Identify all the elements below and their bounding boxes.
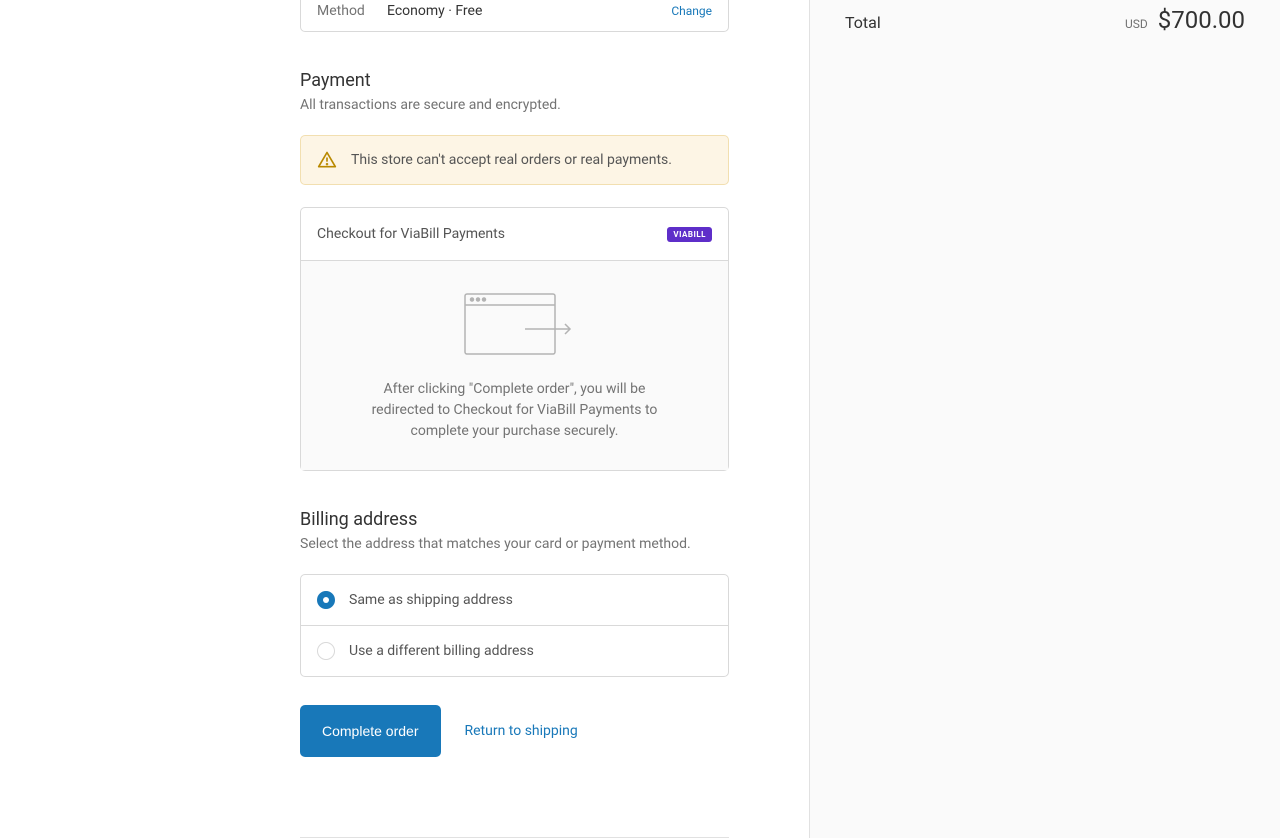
billing-option-different-label: Use a different billing address bbox=[349, 643, 534, 659]
billing-option-different[interactable]: Use a different billing address bbox=[301, 626, 728, 676]
actions-row: Complete order Return to shipping bbox=[300, 705, 729, 757]
total-amount: $700.00 bbox=[1158, 6, 1245, 34]
payment-method-body: After clicking "Complete order", you wil… bbox=[301, 261, 728, 470]
billing-options-group: Same as shipping address Use a different… bbox=[300, 574, 729, 677]
warning-banner: This store can't accept real orders or r… bbox=[300, 135, 729, 185]
billing-title: Billing address bbox=[300, 509, 729, 530]
payment-redirect-text: After clicking "Complete order", you wil… bbox=[361, 379, 668, 442]
order-summary-sidebar: Total USD $700.00 bbox=[810, 0, 1280, 838]
shipping-method-row: Method Economy · Free Change bbox=[301, 0, 728, 31]
complete-order-button[interactable]: Complete order bbox=[300, 705, 441, 757]
radio-unselected-icon bbox=[317, 642, 335, 660]
method-label: Method bbox=[317, 3, 387, 19]
payment-method-box: Checkout for ViaBill Payments VIABILL Af… bbox=[300, 207, 729, 471]
radio-selected-icon bbox=[317, 591, 335, 609]
billing-subtitle: Select the address that matches your car… bbox=[300, 536, 729, 552]
payment-subtitle: All transactions are secure and encrypte… bbox=[300, 97, 729, 113]
billing-option-same[interactable]: Same as shipping address bbox=[301, 575, 728, 626]
total-currency: USD bbox=[1125, 17, 1148, 31]
total-row: Total USD $700.00 bbox=[845, 0, 1245, 34]
payment-method-header[interactable]: Checkout for ViaBill Payments VIABILL bbox=[301, 208, 728, 261]
change-shipping-link[interactable]: Change bbox=[671, 4, 712, 18]
viabill-badge: VIABILL bbox=[667, 227, 712, 242]
method-value: Economy · Free bbox=[387, 3, 671, 19]
payment-method-name: Checkout for ViaBill Payments bbox=[317, 226, 505, 242]
redirect-icon bbox=[455, 289, 575, 359]
total-label: Total bbox=[845, 13, 881, 32]
billing-option-same-label: Same as shipping address bbox=[349, 592, 513, 608]
warning-text: This store can't accept real orders or r… bbox=[351, 152, 672, 168]
shipping-summary-box: Method Economy · Free Change bbox=[300, 0, 729, 32]
warning-icon bbox=[317, 150, 337, 170]
payment-title: Payment bbox=[300, 70, 729, 91]
return-to-shipping-link[interactable]: Return to shipping bbox=[465, 723, 578, 739]
